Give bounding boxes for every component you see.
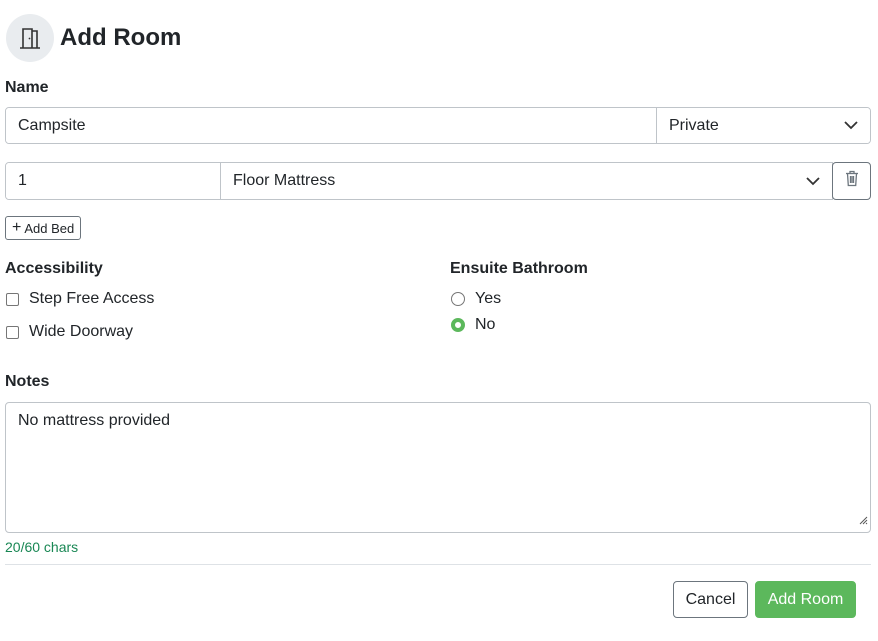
bed-type-select[interactable]: Floor Mattress: [220, 163, 832, 199]
bed-quantity-input[interactable]: 1: [6, 163, 220, 199]
door-icon: [6, 14, 54, 62]
privacy-select-value: Private: [669, 116, 719, 134]
room-name-input[interactable]: Campsite: [6, 108, 656, 143]
page-title: Add Room: [60, 24, 182, 51]
name-input-group: Campsite Private: [5, 107, 871, 144]
notes-char-counter: 20/60 chars: [5, 539, 79, 555]
step-free-access-option[interactable]: Step Free Access: [6, 290, 154, 308]
notes-textarea[interactable]: No mattress provided: [5, 402, 871, 533]
add-bed-label: Add Bed: [24, 220, 75, 236]
notes-text: No mattress provided: [18, 412, 171, 429]
privacy-select[interactable]: Private: [656, 108, 870, 143]
bed-type-select-value: Floor Mattress: [233, 172, 336, 189]
notes-label: Notes: [5, 373, 50, 390]
plus-icon: +: [12, 219, 22, 236]
step-free-access-label: Step Free Access: [29, 290, 155, 307]
delete-bed-button[interactable]: [832, 162, 871, 200]
wide-doorway-label: Wide Doorway: [29, 323, 134, 340]
cancel-button[interactable]: Cancel: [673, 581, 748, 618]
ensuite-yes-option[interactable]: Yes: [451, 290, 501, 308]
page-header: Add Room: [6, 14, 181, 62]
chevron-down-icon: [844, 121, 858, 130]
ensuite-yes-label: Yes: [475, 290, 502, 307]
chevron-down-icon: [806, 176, 820, 186]
ensuite-no-option[interactable]: No: [451, 316, 495, 334]
ensuite-bathroom-label: Ensuite Bathroom: [450, 260, 588, 277]
resize-handle-icon[interactable]: [859, 512, 868, 530]
name-label: Name: [5, 79, 49, 96]
ensuite-no-radio[interactable]: [451, 318, 465, 332]
accessibility-label: Accessibility: [5, 260, 103, 277]
wide-doorway-option[interactable]: Wide Doorway: [6, 323, 133, 341]
add-room-button[interactable]: Add Room: [755, 581, 856, 618]
ensuite-yes-radio[interactable]: [451, 292, 465, 306]
trash-icon: [845, 170, 859, 192]
footer-divider: [5, 564, 871, 565]
wide-doorway-checkbox[interactable]: [6, 325, 19, 339]
bed-row-group: 1 Floor Mattress: [5, 162, 833, 200]
ensuite-no-label: No: [475, 316, 496, 333]
step-free-access-checkbox[interactable]: [6, 292, 19, 306]
add-bed-button[interactable]: + Add Bed: [5, 216, 82, 240]
